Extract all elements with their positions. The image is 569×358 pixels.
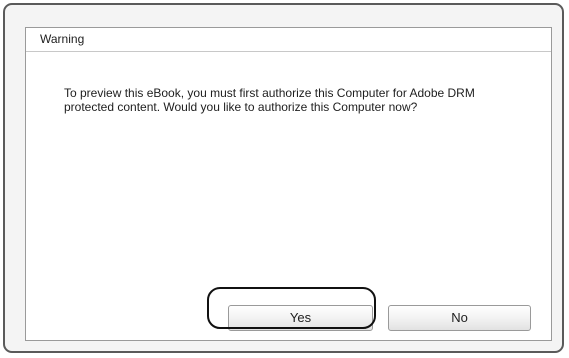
dialog-message: To preview this eBook, you must first au… [64,86,475,114]
dialog-title: Warning [40,32,85,46]
warning-dialog: Warning To preview this eBook, you must … [25,27,552,341]
screenshot-frame: Warning To preview this eBook, you must … [3,3,564,353]
dialog-titlebar: Warning [26,28,551,52]
yes-button[interactable]: Yes [228,305,373,331]
no-button[interactable]: No [388,305,531,331]
